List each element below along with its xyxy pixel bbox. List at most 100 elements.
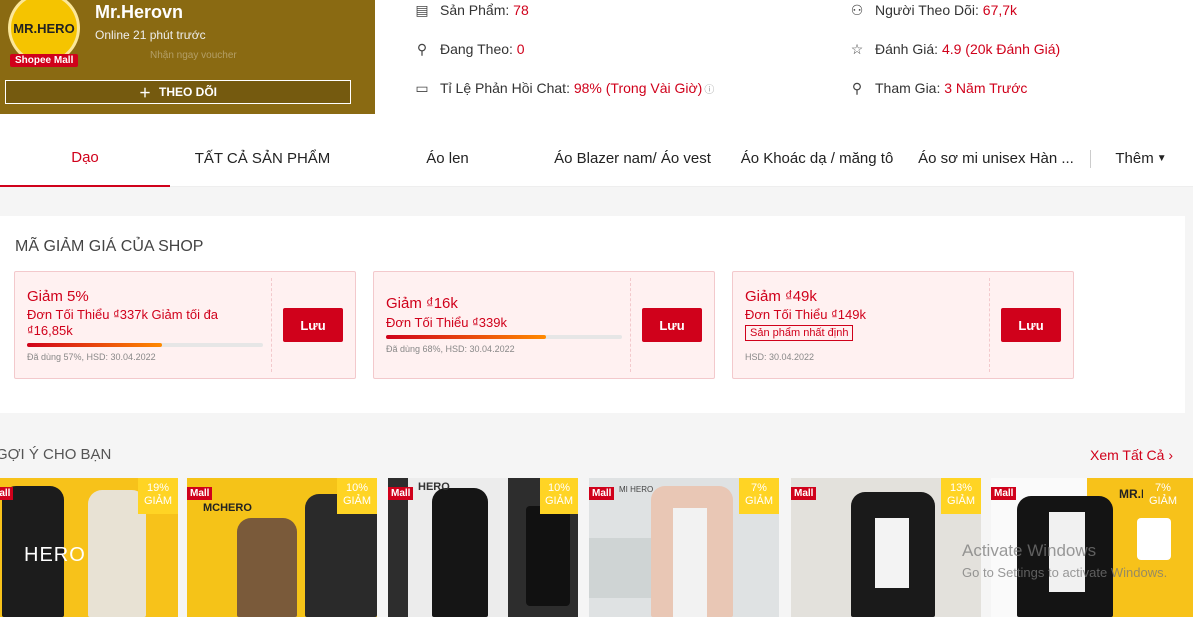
stat-chat: ▭ Tỉ Lệ Phản Hồi Chat: 98% (Trong Vài Gi…: [414, 80, 714, 96]
voucher-condition: Đơn Tối Thiểu ₫339k: [386, 315, 507, 330]
discount-value: 7%: [751, 482, 767, 494]
voucher-usage-bar: [27, 343, 263, 347]
product-brand: MCHERO: [203, 502, 252, 514]
voucher-divider: [630, 278, 631, 372]
tab-ao-len[interactable]: Áo len: [400, 130, 495, 187]
product-brand: HERO: [418, 481, 450, 493]
product-card[interactable]: HERO Mall 19%GIẢM: [0, 478, 178, 617]
stat-label: Sản Phẩm:: [440, 2, 510, 18]
voucher-divider: [271, 278, 272, 372]
voucher-usage-fill: [386, 335, 547, 339]
product-card[interactable]: MCHERO Mall 10% GIẢM: [187, 478, 377, 617]
mall-badge: Mall: [991, 487, 1017, 500]
store-icon: ▤: [415, 2, 429, 18]
product-card[interactable]: MI HERO Mall 7% GIẢM: [589, 478, 779, 617]
stat-value: 4.9 (20k Đánh Giá): [941, 41, 1061, 57]
watermark-line1: Activate Windows: [962, 541, 1097, 560]
discount-value: 10%: [345, 482, 369, 494]
voucher-meta: HSD: 30.04.2022: [745, 352, 815, 362]
stat-label: Tham Gia:: [875, 80, 941, 96]
watermark-line2: Go to Settings to activate Windows.: [962, 565, 1168, 580]
discount-badge: 10% GIẢM: [540, 478, 578, 514]
discount-value: 13%: [949, 482, 973, 494]
stat-value: 67,7k: [982, 2, 1018, 18]
follow-label: THEO DÕI: [159, 85, 218, 99]
activate-windows-watermark: Activate Windows Go to Settings to activ…: [962, 540, 1167, 584]
tab-more[interactable]: Thêm ▼: [1106, 130, 1176, 187]
discount-value: 10%: [547, 482, 571, 494]
user-add-icon: ⚲: [416, 41, 428, 57]
stat-value: 98% (Trong Vài Giờ): [573, 80, 703, 96]
stat-rating: ☆ Đánh Giá: 4.9 (20k Đánh Giá): [849, 41, 1061, 57]
person-icon: ⚲: [851, 80, 863, 96]
followers-icon: ⚇: [850, 2, 864, 18]
tab-ao-khoac[interactable]: Áo Khoác dạ / măng tô: [733, 130, 901, 187]
voucher-title: Giảm ₫49k: [745, 288, 817, 305]
tab-ao-so-mi[interactable]: Áo sơ mi unisex Hàn ...: [911, 130, 1081, 187]
tab-all-products[interactable]: TẤT CẢ SẢN PHẨM: [180, 130, 345, 187]
discount-label: GIẢM: [1148, 495, 1178, 507]
chevron-right-icon: ›: [1168, 447, 1173, 463]
suggestions-header: GỢI Ý CHO BẠN Xem Tất Cả ›: [0, 440, 1193, 470]
chat-icon: ▭: [415, 80, 429, 96]
product-card[interactable]: Mall 13% GIẢM: [791, 478, 981, 617]
save-voucher-button[interactable]: Lưu: [1001, 308, 1061, 342]
stat-joined: ⚲ Tham Gia: 3 Năm Trước: [849, 80, 1028, 96]
product-image: [237, 518, 297, 617]
follow-button[interactable]: ＋ THEO DÕI: [5, 80, 351, 104]
voucher-condition: Đơn Tối Thiểu ₫337k Giảm tối đa ₫16,85k: [27, 307, 219, 338]
discount-badge: 10% GIẢM: [337, 478, 377, 514]
shopee-mall-badge: Shopee Mall: [10, 54, 79, 67]
tab-blazer[interactable]: Áo Blazer nam/ Áo vest: [545, 130, 720, 187]
shop-banner: Nhận ngay voucher MR.HERO Shopee Mall Mr…: [0, 0, 375, 114]
see-all-label: Xem Tất Cả: [1090, 447, 1165, 463]
stat-value: 3 Năm Trước: [944, 80, 1028, 96]
product-image: [526, 506, 570, 606]
discount-label: GIẢM: [744, 495, 774, 507]
voucher-card: Giảm ₫49k Đơn Tối Thiểu ₫149k Sản phẩm n…: [732, 271, 1074, 379]
see-all-link[interactable]: Xem Tất Cả ›: [1090, 447, 1173, 463]
star-icon: ☆: [850, 41, 864, 57]
vouchers-title: MÃ GIẢM GIÁ CỦA SHOP: [15, 238, 204, 255]
voucher-tag: Sản phẩm nhất định: [745, 325, 854, 341]
tab-divider: [1090, 150, 1091, 168]
banner-text: Nhận ngay voucher: [150, 50, 237, 61]
product-image: [432, 488, 488, 617]
caret-down-icon: ▼: [1156, 153, 1167, 164]
save-voucher-button[interactable]: Lưu: [642, 308, 702, 342]
plus-icon: ＋: [138, 85, 151, 100]
voucher-usage-bar: [386, 335, 622, 339]
product-brand: HERO: [24, 544, 86, 566]
stat-value: 78: [513, 2, 529, 18]
tab-dao[interactable]: Dạo: [0, 130, 170, 187]
discount-badge: 7% GIẢM: [1143, 478, 1183, 514]
product-image: [673, 508, 707, 617]
discount-label: GIẢM: [946, 495, 976, 507]
stat-label: Đang Theo:: [440, 41, 513, 57]
voucher-title: Giảm ₫16k: [386, 295, 458, 312]
stat-products: ▤ Sản Phẩm: 78: [414, 2, 529, 18]
save-voucher-button[interactable]: Lưu: [283, 308, 343, 342]
discount-badge: 13% GIẢM: [941, 478, 981, 514]
mall-badge: Mall: [0, 487, 14, 500]
voucher-card: Giảm 5% Đơn Tối Thiểu ₫337k Giảm tối đa …: [14, 271, 356, 379]
voucher-usage-fill: [27, 343, 162, 347]
mall-badge: Mall: [187, 487, 213, 500]
voucher-meta: Đã dùng 57%, HSD: 30.04.2022: [27, 352, 156, 362]
voucher-divider: [989, 278, 990, 372]
discount-value: 7%: [1155, 482, 1171, 494]
info-icon[interactable]: ⓘ: [704, 81, 714, 96]
product-image: [875, 518, 909, 588]
stat-value: 0: [516, 41, 525, 57]
shop-name: Mr.Herovn: [95, 2, 184, 22]
discount-badge: 19% GIẢM: [138, 478, 178, 514]
discount-value: 19%: [146, 482, 170, 494]
stat-following: ⚲ Đang Theo: 0: [414, 41, 525, 57]
mall-badge: Mall: [388, 487, 414, 500]
tab-more-label: Thêm: [1115, 150, 1154, 167]
stat-label: Đánh Giá:: [875, 41, 939, 57]
suggestions-title: GỢI Ý CHO BẠN: [0, 446, 112, 463]
product-card[interactable]: HERO Mall 10% GIẢM: [388, 478, 578, 617]
voucher-card: Giảm ₫16k Đơn Tối Thiểu ₫339k Đã dùng 68…: [373, 271, 715, 379]
discount-label: GIẢM: [342, 495, 372, 507]
